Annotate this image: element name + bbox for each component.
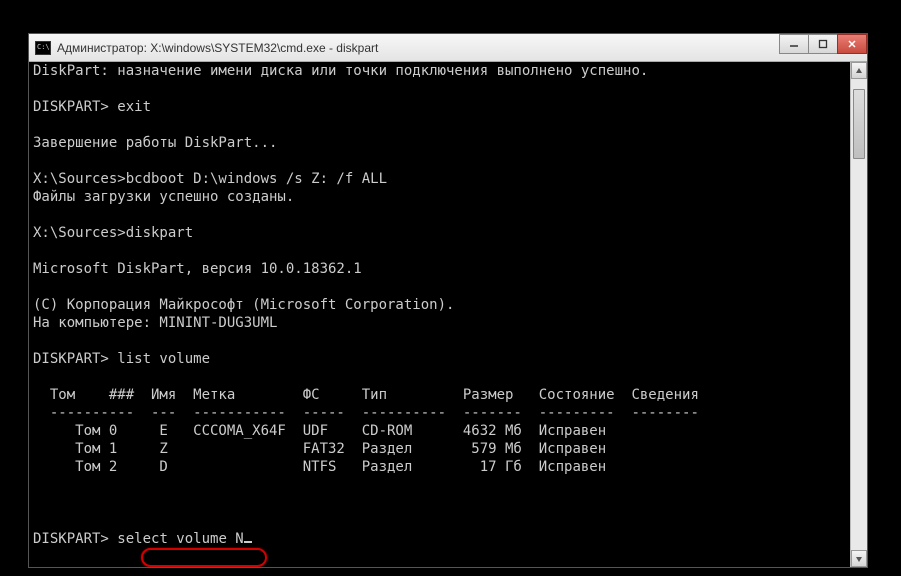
prompt: DISKPART> [33,531,117,547]
scroll-thumb[interactable] [853,89,865,159]
window-controls [780,34,867,54]
cmd-window: Администратор: X:\windows\SYSTEM32\cmd.e… [28,33,868,568]
window-title: Администратор: X:\windows\SYSTEM32\cmd.e… [57,41,378,55]
scroll-track[interactable] [851,79,867,550]
minimize-button[interactable] [779,34,809,54]
console-wrap: DiskPart: назначение имени диска или точ… [29,62,867,567]
current-command-line[interactable]: DISKPART> select volume N [33,531,252,547]
titlebar[interactable]: Администратор: X:\windows\SYSTEM32\cmd.e… [29,34,867,62]
vertical-scrollbar[interactable] [850,62,867,567]
close-button[interactable] [837,34,867,54]
scroll-down-button[interactable] [851,550,867,567]
cmd-icon [35,41,51,55]
console-output[interactable]: DiskPart: назначение имени диска или точ… [29,62,850,567]
scroll-up-button[interactable] [851,62,867,79]
typed-command: select volume N [117,531,243,547]
command-highlight [141,548,267,567]
maximize-button[interactable] [808,34,838,54]
text-cursor [244,541,252,543]
